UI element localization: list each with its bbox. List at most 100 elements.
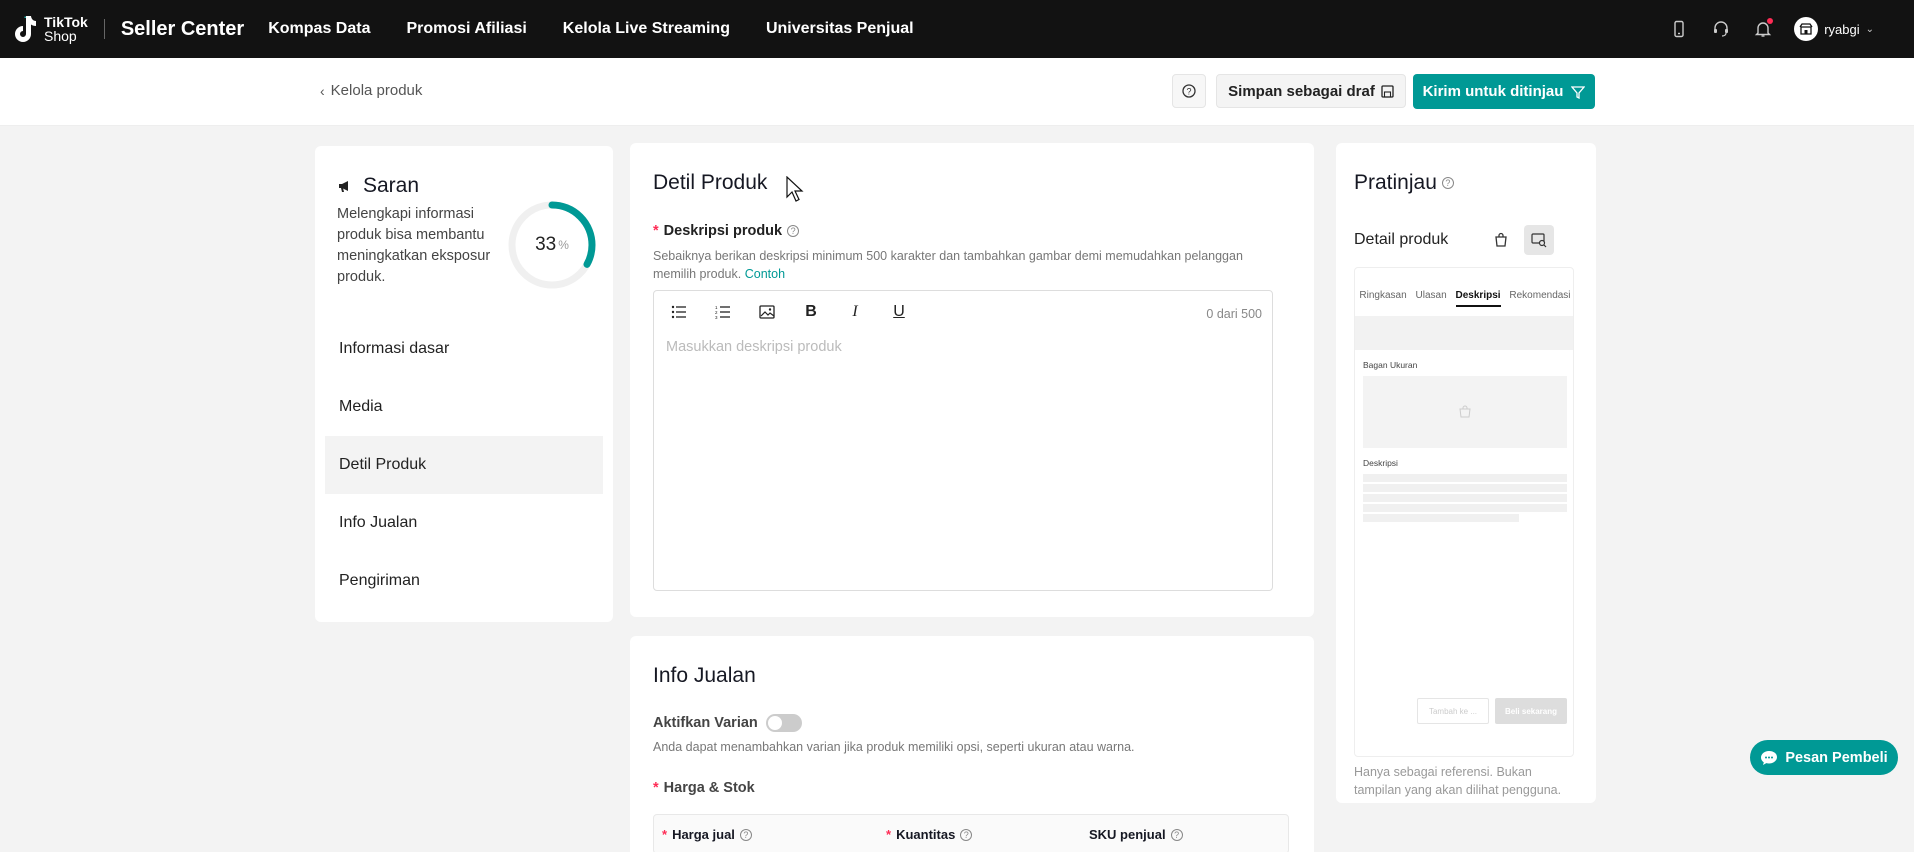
required-asterisk: * [653,223,659,239]
section-menu: Informasi dasar Media Detil Produk Info … [325,320,603,610]
mouse-cursor-icon [786,175,804,205]
page-action-bar: ‹ Kelola produk ? Simpan sebagai draf Ki… [0,58,1914,126]
preview-description-label: Deskripsi [1363,458,1398,468]
menu-item-pengiriman[interactable]: Pengiriman [325,552,603,610]
sales-info-section: Info Jualan Aktifkan Varian Anda dapat m… [630,636,1314,852]
nav-item-universitas-penjual[interactable]: Universitas Penjual [766,20,914,38]
shopping-bag-icon[interactable] [1486,225,1516,255]
preview-tab-deskripsi: Deskripsi [1455,290,1501,307]
description-editor[interactable]: 123 B I U 0 dari 500 Masukkan deskripsi … [653,290,1273,591]
variant-toggle-row: Aktifkan Varian [653,714,802,732]
preview-add-to-cart: Tambah ke ... [1417,698,1489,724]
section-title: Detil Produk [653,171,768,194]
suggestion-description: Melengkapi informasi produk bisa membant… [337,206,491,285]
column-header-sku: SKU penjual ? [1089,827,1183,842]
detail-view-icon[interactable] [1524,225,1554,255]
preview-tab-rekomendasi: Rekomendasi [1509,290,1571,301]
price-stock-label: * Harga & Stok [653,780,755,796]
underline-icon[interactable]: U [888,301,910,323]
required-asterisk: * [662,827,668,842]
text-skeleton-line [1363,514,1519,522]
example-link[interactable]: Contoh [745,267,785,281]
help-icon[interactable]: ? [960,828,973,841]
menu-item-media[interactable]: Media [325,378,603,436]
top-right-actions: ryabgi ⌄ [1668,0,1874,58]
svg-text:3: 3 [715,315,718,319]
menu-item-detil-produk[interactable]: Detil Produk [325,436,603,494]
save-draft-button[interactable]: Simpan sebagai draf [1216,74,1406,108]
headset-icon[interactable] [1710,18,1732,40]
preview-header: Pratinjau ? [1354,171,1454,195]
logo-text-tiktok: TikTok [44,14,88,30]
nav-item-kompas-data[interactable]: Kompas Data [268,20,370,38]
notification-dot [1767,18,1774,24]
editor-toolbar: 123 B I U [668,301,910,323]
bullet-list-icon[interactable] [668,301,690,323]
bold-icon[interactable]: B [800,301,822,323]
description-label-text: Deskripsi produk [663,223,783,239]
required-asterisk: * [886,827,892,842]
italic-icon[interactable]: I [844,301,866,323]
store-avatar-icon [1794,17,1819,41]
completion-progress-ring: 33% [505,198,599,292]
help-button[interactable]: ? [1172,74,1206,108]
help-icon[interactable]: ? [787,225,800,237]
required-asterisk: * [653,780,659,796]
preview-subtitle: Detail produk [1354,231,1449,248]
mobile-icon[interactable] [1668,18,1690,40]
back-link[interactable]: ‹ Kelola produk [320,82,422,99]
size-chart-placeholder [1363,376,1567,448]
submit-review-label: Kirim untuk ditinjau [1422,83,1564,100]
back-link-label: Kelola produk [330,82,423,99]
submit-review-button[interactable]: Kirim untuk ditinjau [1413,74,1595,109]
header-divider [103,19,105,39]
user-menu[interactable]: ryabgi ⌄ [1794,17,1874,41]
variant-toggle[interactable] [765,714,802,732]
numbered-list-icon[interactable]: 123 [712,301,734,323]
menu-item-info-jualan[interactable]: Info Jualan [325,494,603,552]
preview-banner-placeholder [1355,316,1573,350]
preview-title: Pratinjau [1354,171,1437,194]
help-icon[interactable]: ? [739,828,752,841]
help-icon[interactable]: ? [1170,828,1183,841]
logo-text-shop: Shop [44,28,77,44]
description-field-label: * Deskripsi produk ? [653,223,800,239]
text-skeleton-line [1363,484,1567,492]
preview-tabs: Ringkasan Ulasan Deskripsi Rekomendasi [1355,290,1573,307]
image-icon[interactable] [756,301,778,323]
menu-item-informasi-dasar[interactable]: Informasi dasar [325,320,603,378]
description-placeholder: Masukkan deskripsi produk [666,339,842,355]
seller-center-title[interactable]: Seller Center [121,18,244,41]
completion-unit: % [558,238,569,252]
buyer-messages-button[interactable]: Pesan Pembeli [1750,740,1898,775]
suggestion-header: Saran [337,174,419,198]
main-nav: Kompas Data Promosi Afiliasi Kelola Live… [268,20,949,38]
variant-hint: Anda dapat menambahkan varian jika produ… [653,740,1135,754]
completion-percent: 33% [505,198,599,292]
variant-label: Aktifkan Varian [653,715,758,731]
text-skeleton-line [1363,474,1567,482]
filter-funnel-icon [1571,85,1586,99]
help-icon[interactable]: ? [1441,177,1454,189]
bell-icon[interactable] [1752,18,1774,40]
nav-item-kelola-live[interactable]: Kelola Live Streaming [563,20,730,38]
floppy-disk-icon [1381,84,1394,98]
chevron-down-icon: ⌄ [1865,23,1874,35]
megaphone-icon [339,181,348,192]
column-price-text: Harga jual [672,827,735,842]
tiktok-shop-logo[interactable]: TikTok Shop [12,14,88,44]
character-counter: 0 dari 500 [1206,307,1262,321]
preview-panel: Pratinjau ? Detail produk Ringkasan Ulas… [1336,143,1596,803]
description-hint: Sebaiknya berikan deskripsi minimum 500 … [653,247,1283,283]
nav-item-promosi-afiliasi[interactable]: Promosi Afiliasi [406,20,526,38]
chevron-left-icon: ‹ [320,82,325,99]
product-detail-section: Detil Produk * Deskripsi produk ? Sebaik… [630,143,1314,617]
preview-note: Hanya sebagai referensi. Bukan tampilan … [1354,765,1562,797]
column-header-quantity: * Kuantitas ? [886,827,973,842]
size-chart-label: Bagan Ukuran [1363,360,1418,370]
suggestion-title: Saran [363,174,420,197]
column-qty-text: Kuantitas [896,827,956,842]
save-draft-label: Simpan sebagai draf [1228,82,1375,100]
image-placeholder-icon [1459,405,1471,418]
sales-info-title: Info Jualan [653,664,756,687]
